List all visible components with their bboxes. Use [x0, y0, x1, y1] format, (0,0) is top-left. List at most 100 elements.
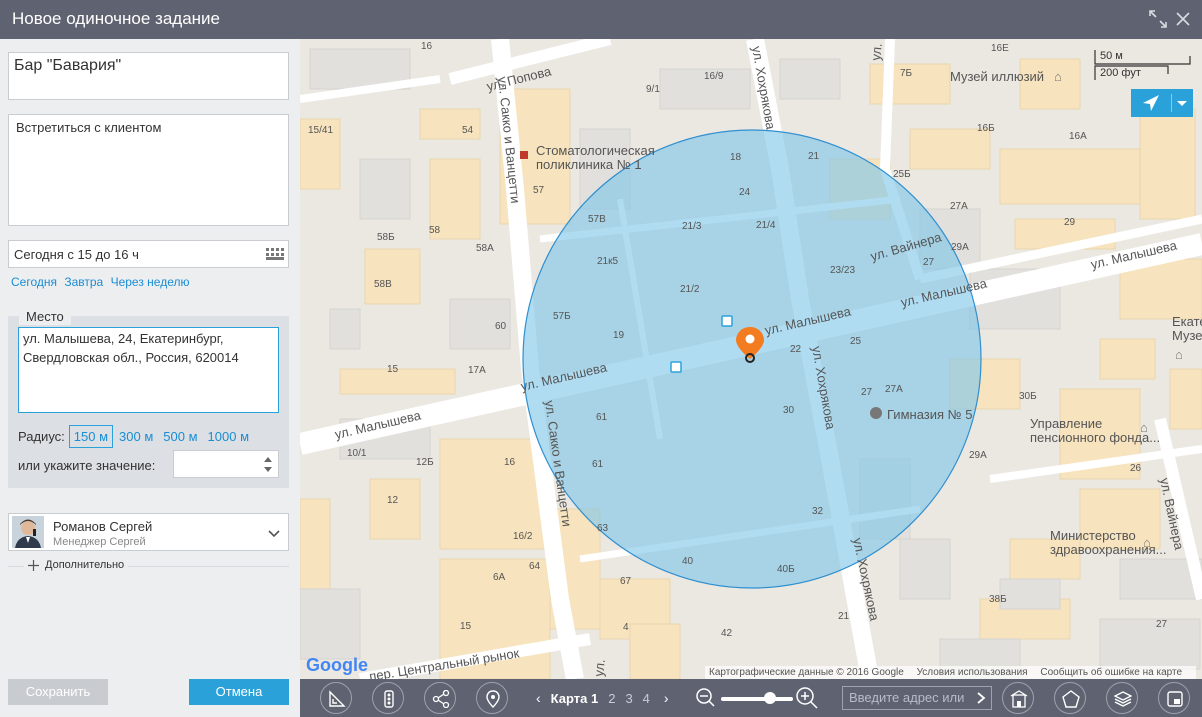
- task-name-input[interactable]: Бар "Бавария": [8, 52, 289, 100]
- place-label: Гимназия № 5: [887, 407, 972, 422]
- assignee-role: Менеджер Сергей: [53, 536, 146, 548]
- svg-text:16Б: 16Б: [977, 123, 995, 134]
- svg-text:22: 22: [790, 344, 802, 355]
- address-search-input[interactable]: Введите адрес или: [842, 686, 992, 710]
- stepper-down-icon[interactable]: [264, 467, 272, 472]
- svg-text:54: 54: [462, 125, 474, 136]
- terms-link[interactable]: Условия использования: [917, 667, 1028, 678]
- svg-text:57: 57: [533, 185, 545, 196]
- layers-tool[interactable]: [1106, 682, 1138, 714]
- svg-text:24: 24: [739, 187, 751, 198]
- svg-text:7Б: 7Б: [900, 68, 913, 79]
- svg-text:15: 15: [460, 621, 472, 632]
- svg-text:63: 63: [597, 523, 609, 534]
- custom-radius-stepper[interactable]: [173, 450, 279, 478]
- minimap-tool[interactable]: [1158, 682, 1190, 714]
- quick-date-tomorrow[interactable]: Завтра: [64, 275, 103, 289]
- svg-text:21/2: 21/2: [680, 284, 700, 295]
- map-page-4[interactable]: 4: [643, 691, 650, 706]
- svg-text:67: 67: [620, 576, 632, 587]
- quick-date-today[interactable]: Сегодня: [11, 275, 57, 289]
- zoom-slider-track[interactable]: [721, 697, 793, 701]
- place-label: Управление: [1030, 416, 1102, 431]
- custom-radius-label: или укажите значение:: [18, 458, 156, 473]
- svg-text:57В: 57В: [588, 214, 606, 225]
- map-pager: ‹ Карта 1 2 3 4 ›: [532, 690, 673, 706]
- svg-text:58В: 58В: [374, 279, 392, 290]
- report-error-link[interactable]: Сообщить об ошибке на карте: [1040, 667, 1182, 678]
- minimap-icon: [1167, 691, 1183, 707]
- place-label: Место: [19, 309, 71, 325]
- zoom-slider-handle[interactable]: [764, 692, 776, 704]
- museum-icon: ⌂: [1175, 347, 1183, 362]
- stepper-up-icon[interactable]: [264, 457, 272, 462]
- share-tool[interactable]: [424, 682, 456, 714]
- svg-text:40: 40: [682, 556, 694, 567]
- more-options[interactable]: Дополнительно: [8, 559, 289, 573]
- svg-text:15: 15: [387, 364, 399, 375]
- map-page-2[interactable]: 2: [608, 691, 615, 706]
- svg-text:21: 21: [808, 151, 820, 162]
- date-value: Сегодня с 15 до 16 ч: [14, 247, 139, 262]
- svg-text:30Б: 30Б: [1019, 391, 1037, 402]
- map-data-credit: Картографические данные © 2016 Google: [709, 667, 904, 678]
- map-canvas[interactable]: ул. Попова ул. Сакко и Ванцетти ул. Сакк…: [300, 39, 1202, 679]
- traffic-tool[interactable]: [372, 682, 404, 714]
- svg-text:16: 16: [504, 457, 516, 468]
- quick-date-next-week[interactable]: Через неделю: [111, 275, 190, 289]
- close-icon[interactable]: [1173, 9, 1193, 29]
- svg-text:61: 61: [596, 412, 608, 423]
- more-options-label: Дополнительно: [45, 559, 125, 571]
- chevron-down-icon[interactable]: [268, 526, 280, 541]
- keyboard-icon[interactable]: [266, 248, 284, 263]
- buildings-tool[interactable]: [1002, 682, 1034, 714]
- radius-option-1000[interactable]: 1000 м: [208, 429, 249, 444]
- zoom-control[interactable]: [695, 687, 820, 709]
- address-input[interactable]: ул. Малышева, 24, Екатеринбург, Свердлов…: [18, 327, 279, 413]
- locate-button[interactable]: [1131, 89, 1193, 117]
- svg-text:30: 30: [783, 405, 795, 416]
- task-description-input[interactable]: Встретиться с клиентом: [8, 114, 289, 226]
- ruler-tool[interactable]: [320, 682, 352, 714]
- place-label: Министерство: [1050, 528, 1136, 543]
- map-view[interactable]: ул. Попова ул. Сакко и Ванцетти ул. Сакк…: [300, 39, 1202, 679]
- svg-text:21/4: 21/4: [756, 220, 776, 231]
- radius-option-500[interactable]: 500 м: [163, 429, 197, 444]
- svg-text:4: 4: [623, 622, 629, 633]
- map-toolbar: ‹ Карта 1 2 3 4 › Введите адрес или: [300, 679, 1202, 717]
- polygon-icon: [1062, 690, 1080, 708]
- radius-option-150[interactable]: 150 м: [68, 424, 114, 448]
- svg-text:60: 60: [495, 321, 507, 332]
- place-label: Музей: [1172, 328, 1202, 343]
- polygon-tool[interactable]: [1054, 682, 1086, 714]
- google-logo: Google: [306, 655, 368, 675]
- place-tool[interactable]: [476, 682, 508, 714]
- svg-text:40Б: 40Б: [777, 564, 795, 575]
- svg-text:42: 42: [721, 628, 733, 639]
- svg-text:6А: 6А: [493, 572, 506, 583]
- save-button[interactable]: Сохранить: [8, 679, 108, 705]
- institution-icon: ⌂: [1140, 420, 1148, 435]
- svg-text:12: 12: [387, 495, 399, 506]
- share-icon: [432, 690, 450, 708]
- cancel-button[interactable]: Отмена: [189, 679, 289, 705]
- chevron-left-icon[interactable]: ‹: [532, 690, 545, 706]
- svg-text:21/3: 21/3: [682, 221, 702, 232]
- svg-text:57Б: 57Б: [553, 311, 571, 322]
- expand-icon[interactable]: [1148, 9, 1168, 29]
- zoom-in-icon: [796, 687, 818, 709]
- svg-text:58А: 58А: [476, 243, 494, 254]
- institution-icon: ⌂: [1143, 535, 1151, 550]
- svg-text:38Б: 38Б: [989, 594, 1007, 605]
- street-label: ул.: [868, 42, 885, 61]
- map-attribution: Картографические данные © 2016 Google Ус…: [705, 666, 1197, 679]
- svg-text:29: 29: [1064, 217, 1076, 228]
- map-page-3[interactable]: 3: [625, 691, 632, 706]
- date-input[interactable]: Сегодня с 15 до 16 ч: [8, 240, 289, 268]
- chevron-right-icon[interactable]: ›: [660, 690, 673, 706]
- address-line-1: ул. Малышева, 24, Екатеринбург,: [23, 331, 224, 346]
- svg-text:64: 64: [529, 561, 541, 572]
- radius-option-300[interactable]: 300 м: [119, 429, 153, 444]
- assignee-select[interactable]: Романов Сергей Менеджер Сергей: [8, 513, 289, 551]
- more-options-toggle[interactable]: Дополнительно: [24, 559, 129, 571]
